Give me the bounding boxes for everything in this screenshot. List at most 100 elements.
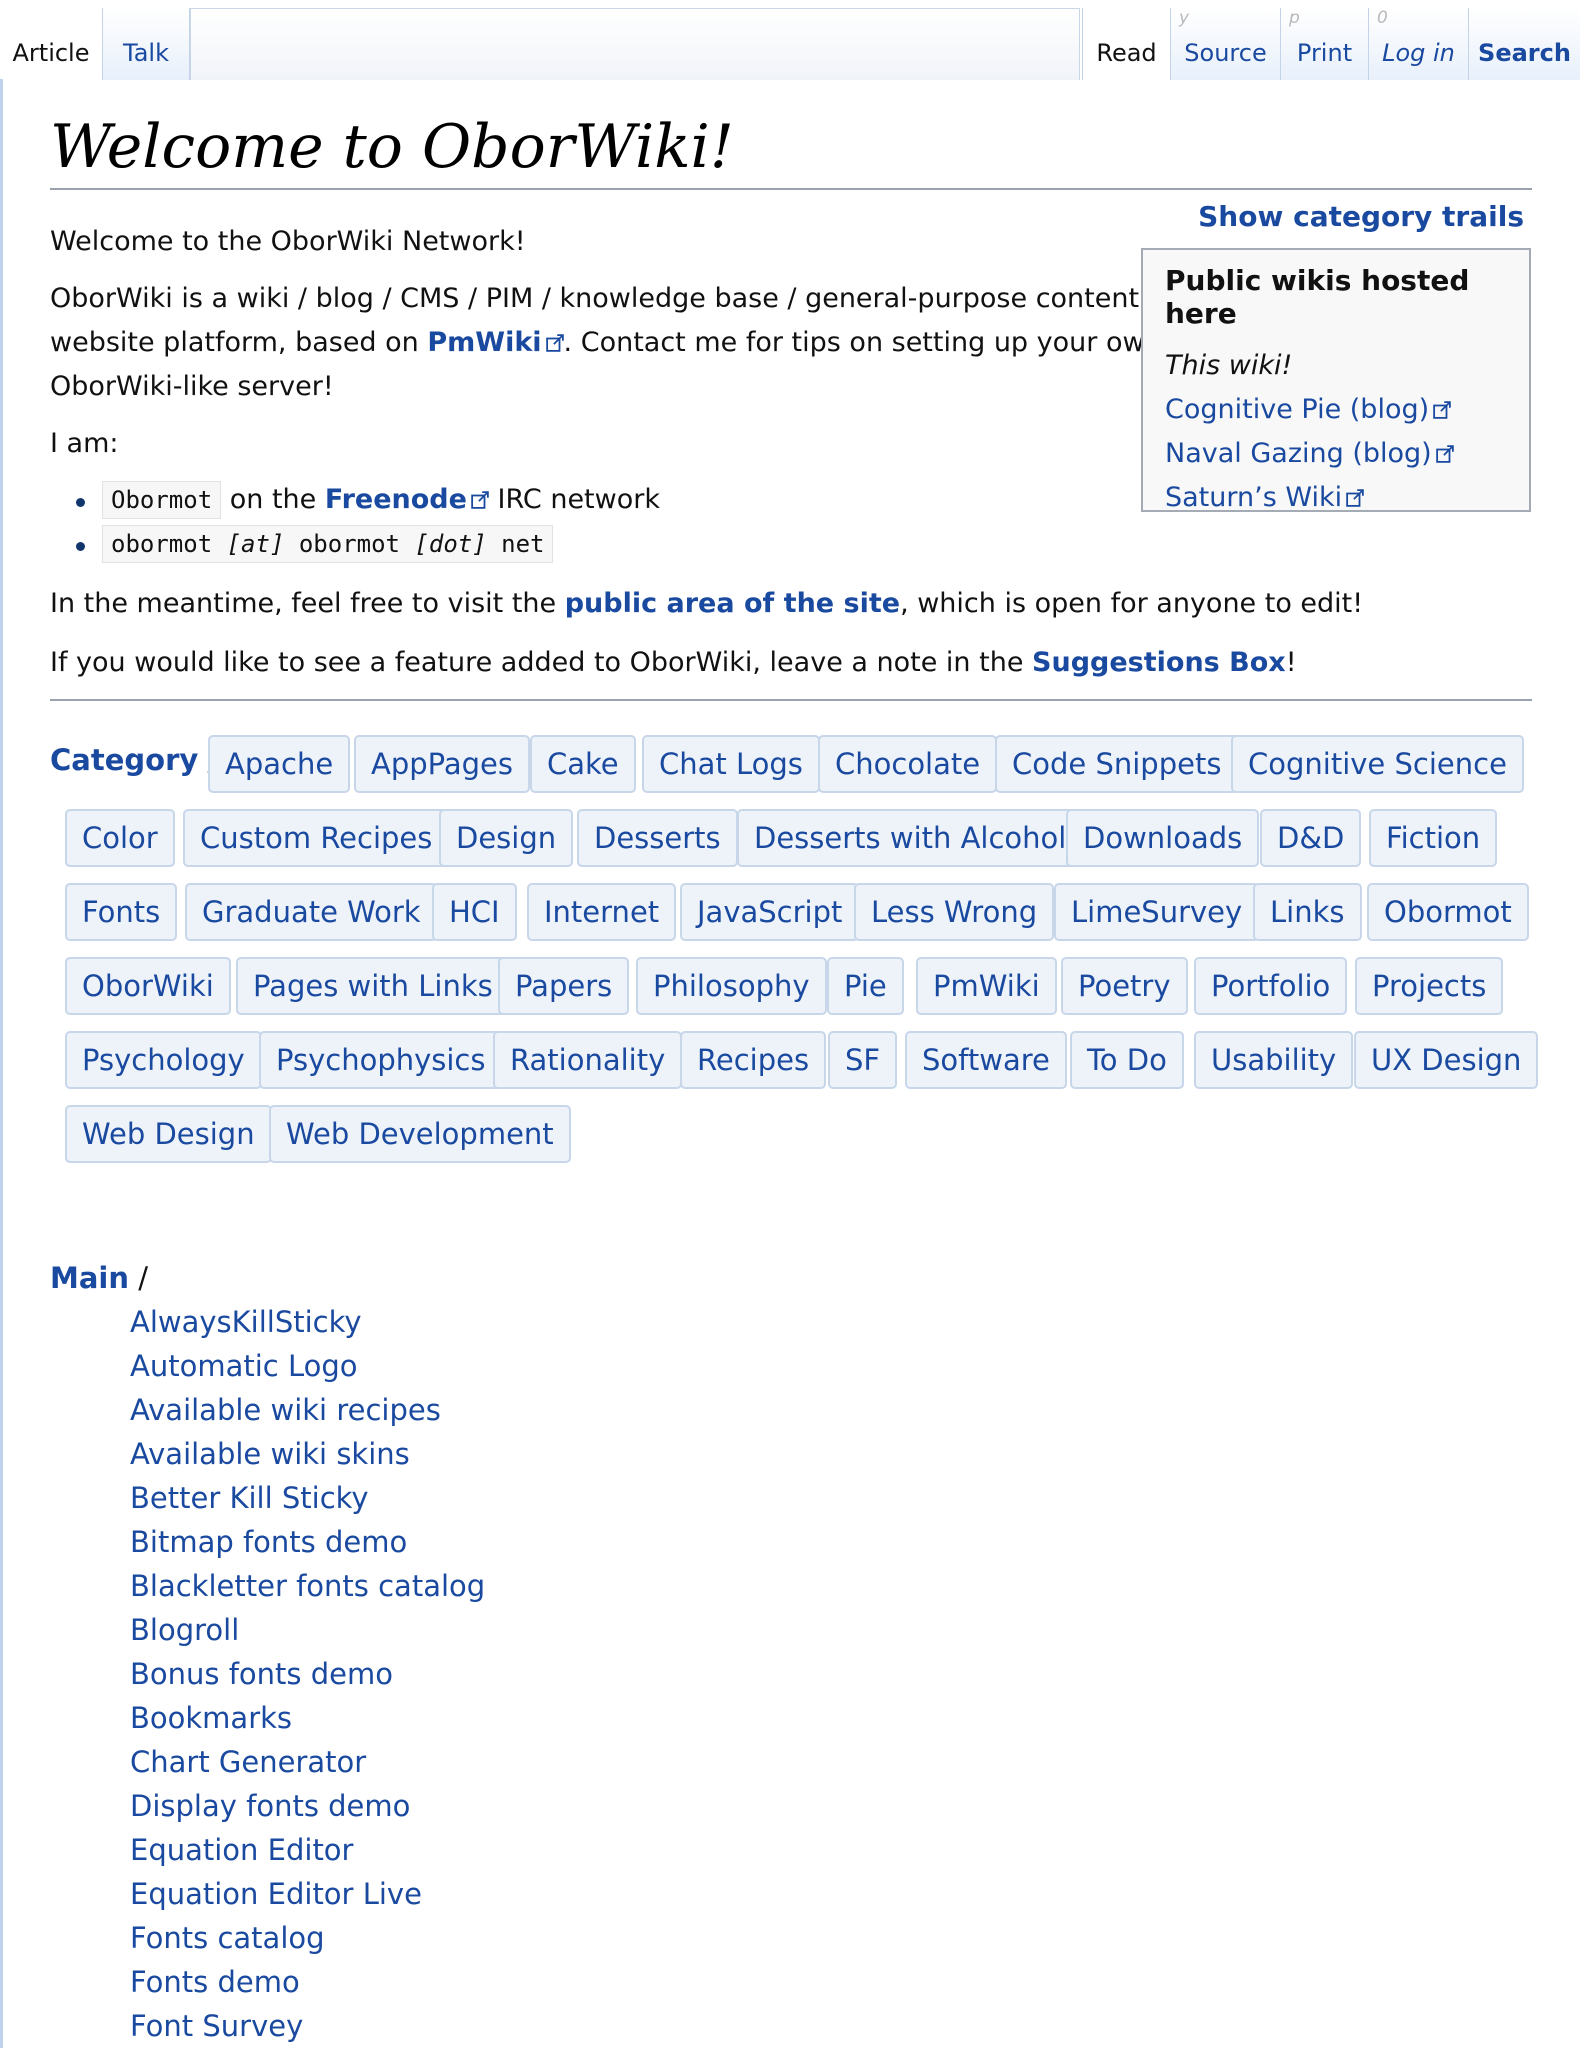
tab-print[interactable]: p Print <box>1280 8 1368 80</box>
tab-article[interactable]: Article <box>0 8 102 80</box>
page-link[interactable]: Bonus fonts demo <box>130 1657 393 1691</box>
category-tag[interactable]: Recipes <box>680 1031 827 1089</box>
page-link[interactable]: Equation Editor Live <box>130 1877 422 1911</box>
welcome-text: Welcome to the OborWiki Network! <box>50 226 526 257</box>
page-link[interactable]: Chart Generator <box>130 1745 366 1779</box>
tab-read[interactable]: Read <box>1082 8 1170 80</box>
list-item: AlwaysKillSticky <box>130 1300 485 1344</box>
main-group-link[interactable]: Main <box>50 1261 129 1295</box>
category-tag[interactable]: HCI <box>432 883 517 941</box>
category-tag[interactable]: Pages with Links <box>236 957 510 1015</box>
category-tag[interactable]: Color <box>65 809 175 867</box>
category-tag[interactable]: Cognitive Science <box>1231 735 1524 793</box>
page-link[interactable]: Blackletter fonts catalog <box>130 1569 485 1603</box>
category-tag[interactable]: Pie <box>827 957 904 1015</box>
page-link[interactable]: Fonts catalog <box>130 1921 325 1955</box>
sidebox-heading: Public wikis hosted here <box>1165 264 1470 330</box>
category-tag[interactable]: To Do <box>1070 1031 1184 1089</box>
category-tag[interactable]: Desserts <box>577 809 738 867</box>
category-tag[interactable]: Usability <box>1194 1031 1354 1089</box>
tab-talk[interactable]: Talk <box>102 8 190 80</box>
suggestions-box-link[interactable]: Suggestions Box <box>1032 647 1286 678</box>
category-tag[interactable]: Code Snippets <box>995 735 1239 793</box>
page-link[interactable]: Automatic Logo <box>130 1349 357 1383</box>
show-category-trails-link[interactable]: Show category trails <box>1198 200 1524 233</box>
page-link[interactable]: Fonts demo <box>130 1965 300 1999</box>
freenode-link[interactable]: Freenode <box>325 484 467 515</box>
list-item: Fonts catalog <box>130 1916 485 1960</box>
list-item: Better Kill Sticky <box>130 1476 485 1520</box>
category-tag[interactable]: Web Design <box>65 1105 272 1163</box>
page-link[interactable]: Font Survey <box>130 2009 303 2043</box>
category-tag[interactable]: Chocolate <box>818 735 998 793</box>
suggestions-paragraph: If you would like to see a feature added… <box>50 647 1297 678</box>
category-tag[interactable]: Rationality <box>493 1031 683 1089</box>
saturns-wiki-link[interactable]: Saturn’s Wiki <box>1165 482 1342 513</box>
category-tag[interactable]: Web Development <box>269 1105 571 1163</box>
category-tag[interactable]: Chat Logs <box>642 735 820 793</box>
meantime-paragraph: In the meantime, feel free to visit the … <box>50 588 1364 619</box>
category-tag[interactable]: Poetry <box>1061 957 1188 1015</box>
category-tag[interactable]: AppPages <box>354 735 530 793</box>
category-tag[interactable]: Design <box>439 809 574 867</box>
access-key-hint: p <box>1289 8 1300 28</box>
category-tag[interactable]: UX Design <box>1354 1031 1539 1089</box>
page-link[interactable]: Better Kill Sticky <box>130 1481 369 1515</box>
category-tag[interactable]: Fiction <box>1369 809 1498 867</box>
category-tag[interactable]: Less Wrong <box>854 883 1055 941</box>
category-tag[interactable]: Downloads <box>1066 809 1260 867</box>
category-tag[interactable]: Papers <box>498 957 630 1015</box>
public-area-link[interactable]: public area of the site <box>565 588 900 619</box>
page-link[interactable]: Available wiki skins <box>130 1437 410 1471</box>
access-key-hint: 0 <box>1377 8 1388 28</box>
category-tag[interactable]: LimeSurvey <box>1054 883 1260 941</box>
page-link[interactable]: Available wiki recipes <box>130 1393 441 1427</box>
list-item: Display fonts demo <box>130 1784 485 1828</box>
page-link[interactable]: Bitmap fonts demo <box>130 1525 407 1559</box>
page-link[interactable]: AlwaysKillSticky <box>130 1305 362 1339</box>
category-tag[interactable]: Apache <box>208 735 351 793</box>
tab-source[interactable]: y Source <box>1170 8 1280 80</box>
category-tag[interactable]: Portfolio <box>1194 957 1348 1015</box>
section-divider <box>50 699 1532 701</box>
category-tag[interactable]: Fonts <box>65 883 178 941</box>
category-tag[interactable]: Graduate Work <box>185 883 438 941</box>
sidebox-item: Cognitive Pie (blog) <box>1165 388 1507 432</box>
category-tag[interactable]: Philosophy <box>636 957 827 1015</box>
category-tag[interactable]: Projects <box>1355 957 1504 1015</box>
external-link-icon <box>1435 445 1454 463</box>
category-tag[interactable]: Psychophysics <box>259 1031 503 1089</box>
sidebox-item: Naval Gazing (blog) <box>1165 432 1507 476</box>
naval-gazing-link[interactable]: Naval Gazing (blog) <box>1165 438 1432 469</box>
category-tag[interactable]: Psychology <box>65 1031 262 1089</box>
page-link[interactable]: Bookmarks <box>130 1701 292 1735</box>
page-link[interactable]: Display fonts demo <box>130 1789 410 1823</box>
list-item: Chart Generator <box>130 1740 485 1784</box>
list-item: Available wiki recipes <box>130 1388 485 1432</box>
page-link[interactable]: Equation Editor <box>130 1833 353 1867</box>
category-tag[interactable]: Desserts with Alcohol <box>737 809 1084 867</box>
category-tag[interactable]: Custom Recipes <box>183 809 450 867</box>
irc-nick: Obormot <box>102 481 222 519</box>
category-tag[interactable]: Obormot <box>1367 883 1529 941</box>
pmwiki-link[interactable]: PmWiki <box>427 327 541 358</box>
email-address: obormot [at] obormot [dot] net <box>102 525 554 563</box>
category-tag[interactable]: Software <box>905 1031 1067 1089</box>
tab-bar: Article Talk Read y Source p Print 0 Log in… <box>0 0 1580 80</box>
category-tag[interactable]: PmWiki <box>916 957 1057 1015</box>
category-tag[interactable]: Links <box>1253 883 1362 941</box>
page-link[interactable]: Blogroll <box>130 1613 239 1647</box>
tab-bar-fill <box>190 8 1080 80</box>
category-tag[interactable]: Cake <box>530 735 636 793</box>
contact-list: Obormot on the Freenode IRC network obor… <box>70 478 660 566</box>
tab-log-in[interactable]: 0 Log in <box>1368 8 1468 80</box>
tab-search[interactable]: Search <box>1468 8 1580 80</box>
access-key-hint: y <box>1179 8 1190 28</box>
category-tag[interactable]: JavaScript <box>680 883 860 941</box>
cognitive-pie-link[interactable]: Cognitive Pie (blog) <box>1165 394 1429 425</box>
category-tag[interactable]: Internet <box>527 883 677 941</box>
category-tag[interactable]: SF <box>828 1031 898 1089</box>
category-link[interactable]: Category <box>50 743 198 777</box>
category-tag[interactable]: D&D <box>1260 809 1362 867</box>
category-tag[interactable]: OborWiki <box>65 957 231 1015</box>
